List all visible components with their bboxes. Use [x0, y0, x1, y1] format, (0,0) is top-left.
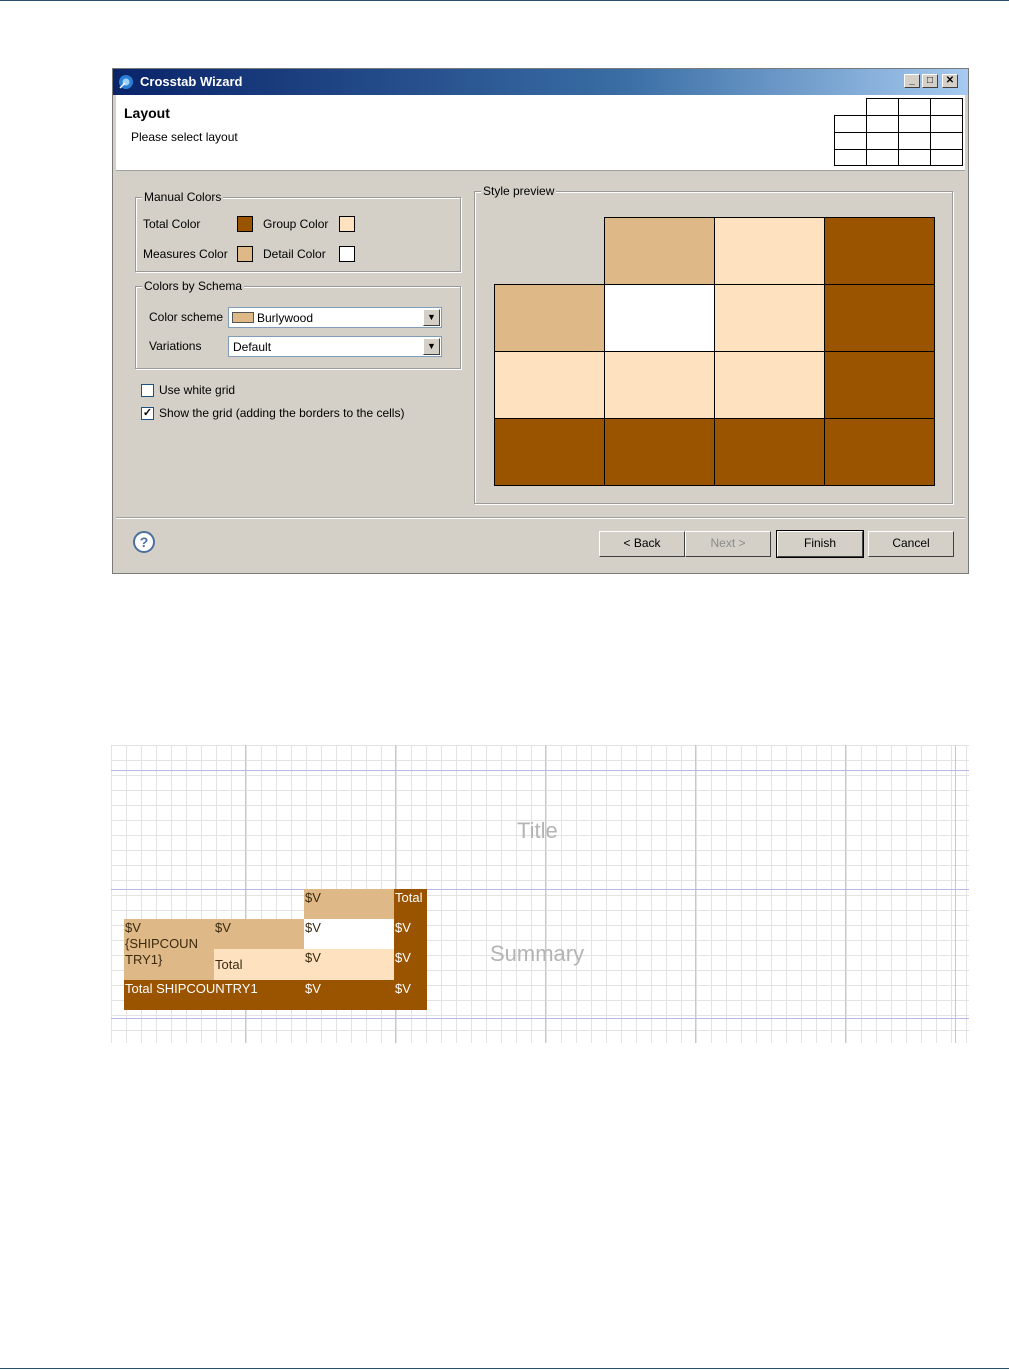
- variations-select[interactable]: Default ▼: [228, 336, 442, 357]
- crosstab-grand-total-label[interactable]: Total SHIPCOUNTRY1: [124, 980, 304, 1010]
- crosstab-row-total-header[interactable]: Total: [214, 949, 304, 980]
- close-button[interactable]: ✕: [942, 74, 958, 88]
- crosstab-layout-icon: [834, 98, 963, 166]
- title-band-label: Title: [517, 818, 558, 843]
- crosstab-column-total-cell[interactable]: $V: [394, 919, 427, 949]
- style-preview-legend: Style preview: [481, 184, 557, 198]
- page-title: Layout: [124, 105, 170, 121]
- style-preview-group: Style preview: [474, 184, 953, 504]
- preview-cell: [714, 418, 825, 486]
- preview-cell: [824, 351, 935, 419]
- wizard-header: Layout Please select layout: [116, 95, 965, 171]
- variations-value: Default: [233, 340, 272, 354]
- crosstab-column-header[interactable]: $V: [304, 889, 394, 919]
- crosstab-wizard-window: Crosstab Wizard _ □ ✕ Layout Please sele…: [112, 68, 969, 574]
- measures-color-swatch[interactable]: [237, 246, 253, 262]
- crosstab-column-total-header[interactable]: Total: [394, 889, 427, 919]
- summary-band-label: Summary: [490, 941, 585, 966]
- report-designer-canvas[interactable]: Title Summary $V Total $V {SHIPCOUN TRY1…: [111, 745, 969, 1043]
- finish-button[interactable]: Finish: [776, 530, 864, 558]
- crosstab-grand-total-corner[interactable]: $V: [394, 980, 427, 1010]
- crosstab-row-group-field-line2: TRY1}: [125, 952, 163, 967]
- crosstab-row-group-label: $V: [125, 920, 141, 935]
- crosstab-grand-total-cell[interactable]: $V: [304, 980, 394, 1010]
- preview-cell: [824, 418, 935, 486]
- column-guide: [845, 745, 846, 1043]
- band-boundary: [111, 770, 969, 771]
- preview-cell: [824, 217, 935, 285]
- cancel-button[interactable]: Cancel: [868, 531, 954, 557]
- group-color-label: Group Color: [263, 217, 329, 231]
- column-guide: [545, 745, 546, 1043]
- window-title: Crosstab Wizard: [140, 74, 243, 89]
- preview-cell: [824, 284, 935, 352]
- minimize-icon: _: [909, 75, 915, 86]
- preview-cell: [604, 284, 715, 352]
- maximize-icon: □: [926, 75, 934, 86]
- preview-cell: [714, 284, 825, 352]
- color-scheme-label: Color scheme: [149, 310, 224, 324]
- show-grid-checkbox[interactable]: ✓: [141, 407, 154, 420]
- crosstab-row-total-cell[interactable]: $V: [304, 949, 394, 980]
- button-bar-separator: [116, 517, 965, 519]
- colors-by-schema-group: Colors by Schema Color scheme Burlywood …: [135, 279, 461, 369]
- page-top-rule: [0, 0, 1009, 1]
- chevron-down-icon[interactable]: ▼: [423, 338, 440, 355]
- color-scheme-value: Burlywood: [257, 311, 314, 325]
- preview-cell: [714, 217, 825, 285]
- measures-color-label: Measures Color: [143, 247, 228, 261]
- variations-label: Variations: [149, 339, 202, 353]
- page-description: Please select layout: [131, 130, 238, 144]
- detail-color-swatch[interactable]: [339, 246, 355, 262]
- manual-colors-legend: Manual Colors: [142, 190, 224, 204]
- detail-color-label: Detail Color: [263, 247, 326, 261]
- checkmark-icon: ✓: [142, 407, 153, 419]
- column-guide: [955, 745, 956, 1043]
- band-boundary: [111, 1018, 969, 1019]
- crosstab-measure-cell[interactable]: $V: [304, 919, 394, 949]
- next-button[interactable]: Next >: [685, 531, 771, 557]
- back-button[interactable]: < Back: [599, 531, 685, 557]
- preview-cell: [494, 351, 605, 419]
- help-icon[interactable]: ?: [133, 531, 155, 553]
- minimize-button[interactable]: _: [904, 74, 920, 88]
- total-color-swatch[interactable]: [237, 216, 253, 232]
- column-guide: [695, 745, 696, 1043]
- white-grid-checkbox[interactable]: [141, 384, 154, 397]
- preview-cell: [714, 351, 825, 419]
- group-color-swatch[interactable]: [339, 216, 355, 232]
- crosstab-row-group-field-line1: {SHIPCOUN: [125, 936, 198, 951]
- color-scheme-swatch: [232, 312, 254, 323]
- preview-cell: [604, 351, 715, 419]
- crosstab-row-group-header[interactable]: $V {SHIPCOUN TRY1}: [124, 919, 214, 980]
- manual-colors-group: Manual Colors Total Color Group Color Me…: [135, 190, 461, 272]
- show-grid-label[interactable]: Show the grid (adding the borders to the…: [159, 406, 404, 420]
- chevron-down-icon[interactable]: ▼: [423, 309, 440, 326]
- crosstab-column-total-cell[interactable]: $V: [394, 949, 427, 980]
- crosstab-row-header[interactable]: $V: [214, 919, 304, 949]
- close-icon: ✕: [945, 75, 955, 86]
- color-scheme-select[interactable]: Burlywood ▼: [228, 307, 442, 328]
- colors-by-schema-legend: Colors by Schema: [142, 279, 245, 293]
- page-bottom-rule: [0, 1368, 1009, 1369]
- preview-cell: [604, 418, 715, 486]
- preview-cell: [604, 217, 715, 285]
- white-grid-label[interactable]: Use white grid: [159, 383, 235, 397]
- maximize-button[interactable]: □: [922, 74, 938, 88]
- total-color-label: Total Color: [143, 217, 201, 231]
- style-preview-grid: [494, 217, 935, 486]
- preview-cell: [494, 418, 605, 486]
- title-bar[interactable]: Crosstab Wizard _ □ ✕: [113, 69, 968, 95]
- crosstab-element[interactable]: $V Total $V {SHIPCOUN TRY1} $V $V $V Tot…: [124, 889, 427, 1010]
- wizard-app-icon: [119, 75, 133, 89]
- preview-cell: [494, 284, 605, 352]
